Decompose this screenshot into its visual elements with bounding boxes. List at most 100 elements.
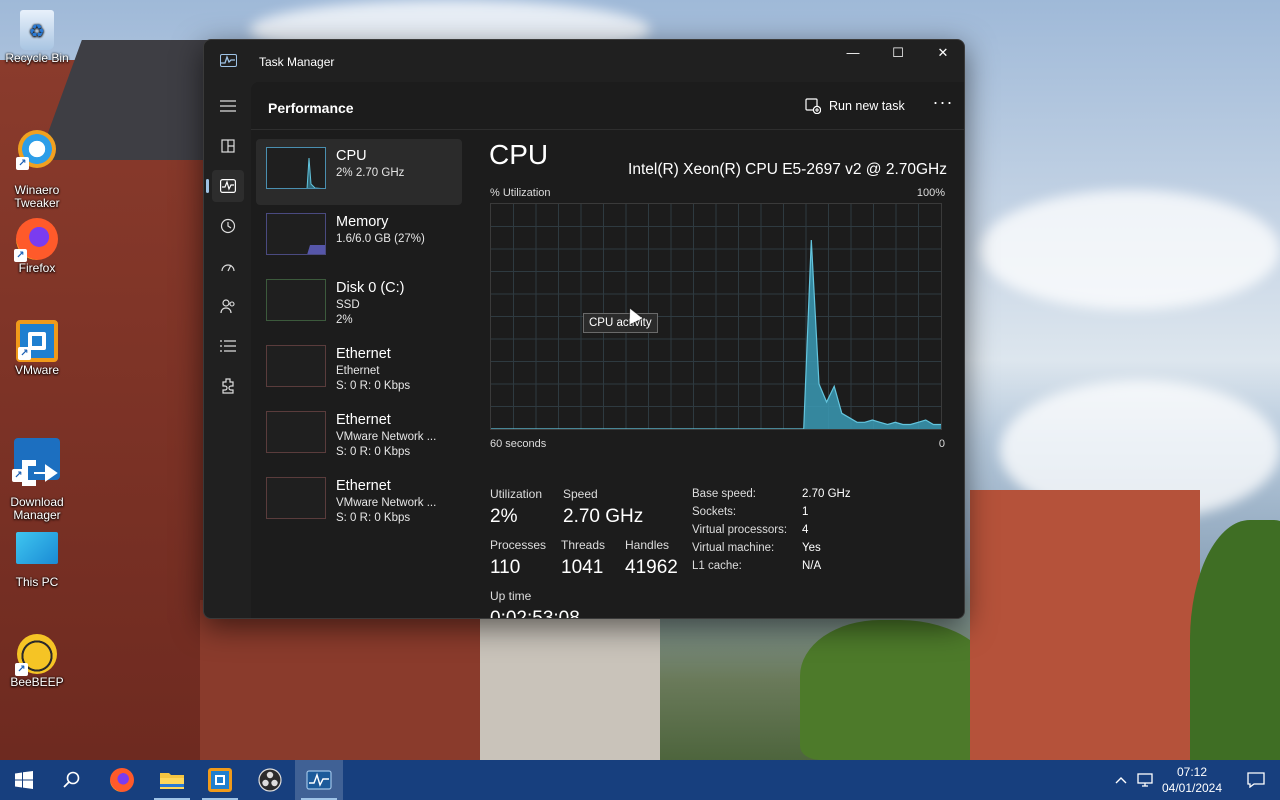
taskbar-vmware[interactable] — [196, 760, 244, 800]
cpu-model: Intel(R) Xeon(R) CPU E5-2697 v2 @ 2.70GH… — [628, 161, 947, 178]
task-manager-icon — [306, 770, 332, 790]
spec-key: Virtual processors: — [692, 524, 788, 536]
close-button[interactable]: ✕ — [920, 40, 964, 70]
resource-list: CPU 2% 2.70 GHz Memory 1.6/6.0 GB (27%) … — [256, 139, 462, 535]
spec-key: Virtual machine: — [692, 542, 775, 554]
desktop-icon-recycle-bin[interactable]: ♻ Recycle Bin — [2, 10, 72, 66]
disk-thumbnail-graph — [266, 279, 326, 321]
windows-logo-icon — [15, 771, 33, 789]
nav-users-icon[interactable] — [212, 290, 244, 322]
desktop-icon-winaero-tweaker[interactable]: ↗ Winaero Tweaker — [2, 116, 72, 211]
resource-name: Memory — [336, 214, 389, 230]
ethernet-thumbnail-graph — [266, 345, 326, 387]
nav-startup-apps-icon[interactable] — [212, 250, 244, 282]
network-status-button[interactable] — [1132, 760, 1158, 800]
graph-time-end-label: 0 — [938, 438, 945, 450]
clock-date: 04/01/2024 — [1161, 781, 1223, 795]
desktop-icon-label: Firefox — [18, 261, 56, 275]
taskbar-obs[interactable] — [246, 760, 294, 800]
spec-value: 2.70 GHz — [802, 488, 851, 500]
utilization-value: 2% — [490, 506, 518, 527]
nav-details-icon[interactable] — [212, 330, 244, 362]
this-pc-icon — [16, 532, 58, 564]
resource-item-ethernet-2[interactable]: Ethernet VMware Network ... S: 0 R: 0 Kb… — [256, 403, 462, 469]
resource-detail: SSD — [336, 299, 360, 311]
obs-icon — [258, 768, 282, 792]
desktop-icon-beebeep[interactable]: ↗ BeeBEEP — [2, 634, 72, 690]
memory-thumbnail-graph — [266, 213, 326, 255]
handles-value: 41962 — [625, 557, 678, 578]
taskbar-firefox[interactable] — [98, 760, 146, 800]
taskbar-file-explorer[interactable] — [148, 760, 196, 800]
maximize-button[interactable]: ☐ — [875, 40, 921, 70]
notifications-button[interactable] — [1232, 760, 1280, 800]
vmware-icon — [208, 768, 232, 792]
hamburger-menu-icon[interactable] — [212, 90, 244, 122]
resource-name: Ethernet — [336, 478, 391, 494]
taskbar-task-manager[interactable] — [295, 760, 343, 800]
title-bar[interactable]: Task Manager — ☐ ✕ — [204, 40, 964, 82]
search-icon — [63, 771, 80, 788]
resource-detail: S: 0 R: 0 Kbps — [336, 380, 411, 392]
resource-item-disk[interactable]: Disk 0 (C:) SSD 2% — [256, 271, 462, 337]
network-icon — [1137, 773, 1153, 787]
window-title: Task Manager — [259, 55, 335, 69]
nav-services-icon[interactable] — [212, 370, 244, 402]
resource-detail: S: 0 R: 0 Kbps — [336, 446, 411, 458]
show-hidden-icons-button[interactable] — [1108, 760, 1134, 800]
desktop-icon-label: VMware — [14, 363, 59, 377]
resource-detail: 1.6/6.0 GB (27%) — [336, 233, 425, 245]
firefox-icon: ↗ — [14, 218, 58, 262]
cpu-heading: CPU — [489, 139, 549, 170]
run-new-task-button[interactable]: Run new task — [805, 98, 905, 114]
speed-value: 2.70 GHz — [563, 506, 644, 527]
page-title: Performance — [268, 100, 354, 116]
nav-processes-icon[interactable] — [212, 130, 244, 162]
resource-item-ethernet-3[interactable]: Ethernet VMware Network ... S: 0 R: 0 Kb… — [256, 469, 462, 535]
desktop-icon-label: This PC — [15, 575, 59, 589]
desktop-icon-firefox[interactable]: ↗ Firefox — [2, 218, 72, 276]
task-manager-app-icon — [220, 54, 237, 67]
speed-label: Speed — [563, 487, 598, 501]
processes-value: 110 — [490, 557, 521, 578]
search-button[interactable] — [48, 760, 96, 800]
nav-performance-icon[interactable] — [206, 170, 244, 202]
system-clock[interactable]: 07:12 04/01/2024 — [1160, 764, 1224, 796]
notification-icon — [1247, 772, 1265, 788]
clock-time: 07:12 — [1176, 765, 1208, 779]
spec-key: L1 cache: — [692, 560, 742, 572]
cpu-thumbnail-graph — [266, 147, 326, 189]
winaero-tweaker-icon: ↗ — [16, 129, 56, 170]
spec-value: N/A — [802, 560, 822, 572]
desktop-icon-vmware[interactable]: ↗ VMware — [2, 320, 72, 378]
cpu-utilization-graph[interactable] — [490, 203, 942, 430]
download-manager-icon: ↗ — [12, 437, 60, 486]
resource-item-memory[interactable]: Memory 1.6/6.0 GB (27%) — [256, 205, 462, 271]
ethernet-thumbnail-graph — [266, 411, 326, 453]
nav-app-history-icon[interactable] — [212, 210, 244, 242]
main-content: Performance Run new task ··· CPU 2% 2.70… — [251, 82, 964, 618]
desktop-icon-label: BeeBEEP — [10, 675, 64, 689]
utilization-label: Utilization — [490, 487, 543, 501]
resource-detail: VMware Network ... — [336, 497, 437, 509]
more-options-icon[interactable]: ··· — [929, 93, 957, 117]
resource-detail: VMware Network ... — [336, 431, 437, 443]
desktop-icon-this-pc[interactable]: This PC — [2, 532, 72, 590]
run-new-task-label: Run new task — [829, 99, 905, 113]
utilization-max-label: 100% — [916, 187, 945, 199]
desktop-icon-download-manager[interactable]: ↗ Download Manager — [2, 424, 72, 523]
spec-value: Yes — [802, 542, 821, 554]
resource-item-cpu[interactable]: CPU 2% 2.70 GHz — [256, 139, 462, 205]
firefox-icon — [110, 768, 134, 792]
minimize-button[interactable]: — — [830, 40, 876, 70]
desktop-icon-label: Recycle Bin — [5, 51, 69, 65]
cpu-activity-tooltip: CPU activity — [583, 313, 658, 333]
processes-label: Processes — [490, 538, 547, 552]
svg-text:♻: ♻ — [29, 21, 45, 42]
uptime-value: 0:02:53:08 — [490, 608, 580, 619]
resource-name: CPU — [336, 148, 367, 164]
ethernet-thumbnail-graph — [266, 477, 326, 519]
resource-detail: Ethernet — [336, 365, 380, 377]
resource-item-ethernet-1[interactable]: Ethernet Ethernet S: 0 R: 0 Kbps — [256, 337, 462, 403]
start-button[interactable] — [0, 760, 48, 800]
